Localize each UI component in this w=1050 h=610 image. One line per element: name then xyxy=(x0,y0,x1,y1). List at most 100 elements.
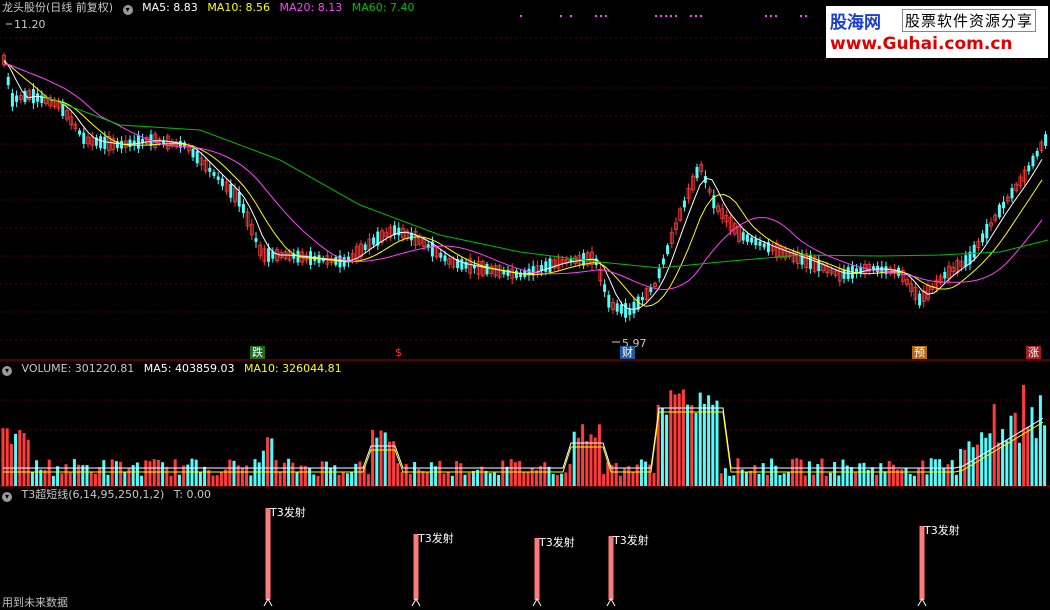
candlesticks xyxy=(2,52,1048,323)
volume-bar xyxy=(30,471,34,486)
candle-body xyxy=(6,76,10,86)
volume-bar xyxy=(719,473,723,486)
event-marker-forecast[interactable]: 预 xyxy=(912,346,927,359)
volume-bar xyxy=(450,475,454,486)
ma5-readout: MA5: 8.83 xyxy=(142,1,198,14)
volume-bar xyxy=(488,473,492,486)
candle-body xyxy=(666,245,670,255)
indicator-t-value: T: 0.00 xyxy=(173,488,211,501)
volume-bar xyxy=(526,471,530,486)
settings-icon[interactable]: ▾ xyxy=(122,5,133,15)
indicator-title[interactable]: T3超短线(6,14,95,250,1,2) xyxy=(22,488,165,501)
candle-body xyxy=(1031,155,1035,167)
ma10-readout: MA10: 8.56 xyxy=(207,1,271,14)
candle-body xyxy=(661,258,665,265)
volume-bar xyxy=(547,466,551,486)
volume-bar xyxy=(467,472,471,486)
candle-body xyxy=(1002,201,1006,209)
candle-body xyxy=(615,303,619,312)
volume-bar xyxy=(354,463,358,486)
candle-body xyxy=(985,223,989,239)
volume-bar xyxy=(102,460,106,486)
volume-bar xyxy=(786,472,790,486)
volume-bar xyxy=(177,474,181,486)
volume-bar xyxy=(350,472,354,486)
volume-bar xyxy=(68,472,72,486)
event-marker-rise[interactable]: 涨 xyxy=(1026,346,1041,359)
volume-bar xyxy=(950,460,954,486)
candle-body xyxy=(607,294,611,308)
volume-bar xyxy=(938,459,942,486)
volume-bar xyxy=(614,463,618,486)
volume-bar xyxy=(228,459,232,486)
volume-bars xyxy=(1,384,1047,486)
volume-bar xyxy=(253,459,257,486)
volume-bar xyxy=(505,466,509,486)
candle-body xyxy=(1027,165,1031,172)
volume-bar xyxy=(631,471,635,486)
volume-bar xyxy=(975,444,979,486)
volume-bar xyxy=(1013,412,1017,486)
event-marker-drop[interactable]: 跌 xyxy=(250,346,265,359)
candle-body xyxy=(741,232,745,241)
watermark-logo: 股海网 股票软件资源分享 www.Guhai.com.cn xyxy=(826,6,1048,58)
volume-bar xyxy=(501,460,505,486)
chart-canvas[interactable]: T3发射 T3发射 T3发射 T3发射 T3发射 xyxy=(0,0,1050,607)
volume-bar xyxy=(883,471,887,486)
volume-bar xyxy=(765,474,769,486)
volume-bar xyxy=(72,459,76,486)
volume-bar xyxy=(669,390,673,486)
volume-ma5-line xyxy=(3,407,1044,469)
volume-bar xyxy=(782,473,786,486)
volume-bar xyxy=(249,475,253,486)
volume-bar xyxy=(22,432,26,486)
volume-bar xyxy=(639,459,643,486)
volume-bar xyxy=(551,474,555,486)
volume-bar xyxy=(870,467,874,486)
volume-bar xyxy=(400,471,404,486)
volume-bar xyxy=(1017,442,1021,486)
t3-signal-bar xyxy=(919,526,925,600)
event-marker-finance[interactable]: 财 xyxy=(620,346,635,359)
volume-bar xyxy=(379,430,383,486)
volume-bar xyxy=(89,471,93,486)
volume-bar xyxy=(1,428,5,486)
candle-body xyxy=(657,268,661,279)
volume-bar xyxy=(602,474,606,486)
indicator-panel-header: ▾ T3超短线(6,14,95,250,1,2) T: 0.00 xyxy=(2,488,217,502)
t3-signal-label: T3发射 xyxy=(923,523,960,537)
volume-bar xyxy=(408,474,412,486)
volume-bar xyxy=(429,462,433,486)
volume-bar xyxy=(539,465,543,486)
candle-body xyxy=(842,269,846,279)
volume-bar xyxy=(455,461,459,486)
stock-title[interactable]: 龙头股份(日线 前复权) xyxy=(2,1,113,14)
candle-body xyxy=(229,183,233,198)
t3-signal-arrow xyxy=(917,597,927,607)
volume-bar xyxy=(749,470,753,486)
volume-bar xyxy=(660,407,664,486)
volume-bar xyxy=(715,400,719,486)
volume-bar xyxy=(434,466,438,486)
volume-bar xyxy=(761,463,765,486)
candle-body xyxy=(120,140,124,149)
ma20-readout: MA20: 8.13 xyxy=(279,1,343,14)
volume-bar xyxy=(270,438,274,486)
event-marker-dollar[interactable]: $ xyxy=(393,346,404,359)
volume-settings-icon[interactable]: ▾ xyxy=(2,366,12,376)
candle-body xyxy=(10,93,14,107)
volume-bar xyxy=(644,461,648,486)
volume-bar xyxy=(917,468,921,486)
candle-body xyxy=(191,148,195,158)
volume-bar xyxy=(597,424,601,486)
candle-body xyxy=(695,166,699,179)
volume-bar xyxy=(497,474,501,486)
candle-body xyxy=(628,308,632,315)
volume-bar xyxy=(530,467,534,486)
indicator-settings-icon[interactable]: ▾ xyxy=(2,492,12,502)
volume-bar xyxy=(383,432,387,486)
candle-body xyxy=(943,271,947,279)
volume-bar xyxy=(312,474,316,486)
volume-bar xyxy=(329,467,333,486)
volume-bar xyxy=(954,474,958,486)
